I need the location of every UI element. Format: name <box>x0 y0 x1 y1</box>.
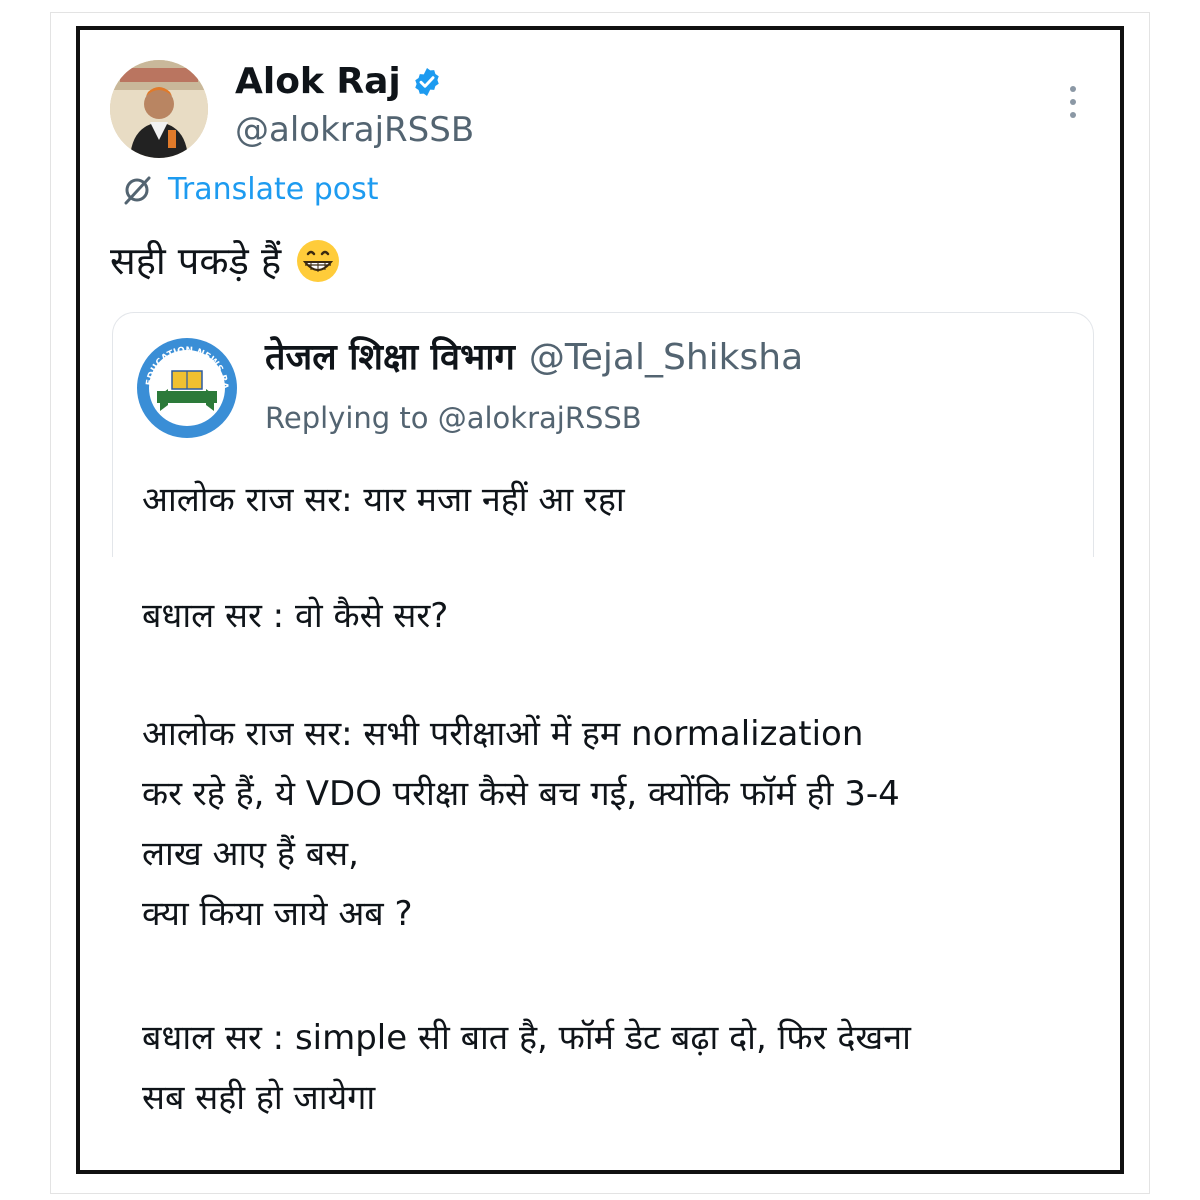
quote-line-6: क्या किया जाये अब ? <box>142 894 413 934</box>
quoted-author-avatar[interactable]: EDUCATION NEWS RAJASTHAN <box>132 333 242 443</box>
grinning-face-emoji-icon <box>297 240 340 282</box>
quote-line-3: आलोक राज सर: सभी परीक्षाओं में हम normal… <box>142 714 864 754</box>
quote-line-7: बधाल सर : simple सी बात है, फॉर्म डेट बढ… <box>142 1018 911 1058</box>
quote-line-5: लाख आए हैं बस, <box>142 834 359 874</box>
verified-badge-icon <box>415 68 439 96</box>
education-news-rajasthan-logo-icon: EDUCATION NEWS RAJASTHAN <box>132 333 241 442</box>
translate-post-link[interactable]: Translate post <box>120 170 379 210</box>
author-name[interactable]: Alok Raj <box>235 60 401 104</box>
replying-to-label: Replying to @alokrajRSSB <box>265 401 642 435</box>
author-avatar[interactable] <box>110 60 208 158</box>
more-vertical-icon[interactable] <box>1058 82 1088 122</box>
author-name-row[interactable]: Alok Raj <box>235 60 443 104</box>
author-handle[interactable]: @alokrajRSSB <box>235 108 474 152</box>
post-text: सही पकड़े हैं <box>110 239 282 283</box>
quote-line-2: बधाल सर : वो कैसे सर? <box>142 596 449 636</box>
quoted-author-handle[interactable]: @Tejal_Shiksha <box>529 333 803 383</box>
quote-line-1: आलोक राज सर: यार मजा नहीं आ रहा <box>142 480 625 520</box>
translate-icon <box>124 176 151 205</box>
post-text-row: सही पकड़े हैं <box>110 235 341 287</box>
tweet-frame: Alok Raj @alokrajRSSB Translate post सही… <box>76 26 1124 1174</box>
quote-line-8: सब सही हो जायेगा <box>142 1078 376 1118</box>
quoted-author-row[interactable]: तेजल शिक्षा विभाग @Tejal_Shiksha <box>265 333 803 383</box>
quoted-author-name[interactable]: तेजल शिक्षा विभाग <box>265 333 515 383</box>
translate-label[interactable]: Translate post <box>168 170 379 210</box>
quote-line-4: कर रहे हैं, ये VDO परीक्षा कैसे बच गई, क… <box>142 774 900 814</box>
